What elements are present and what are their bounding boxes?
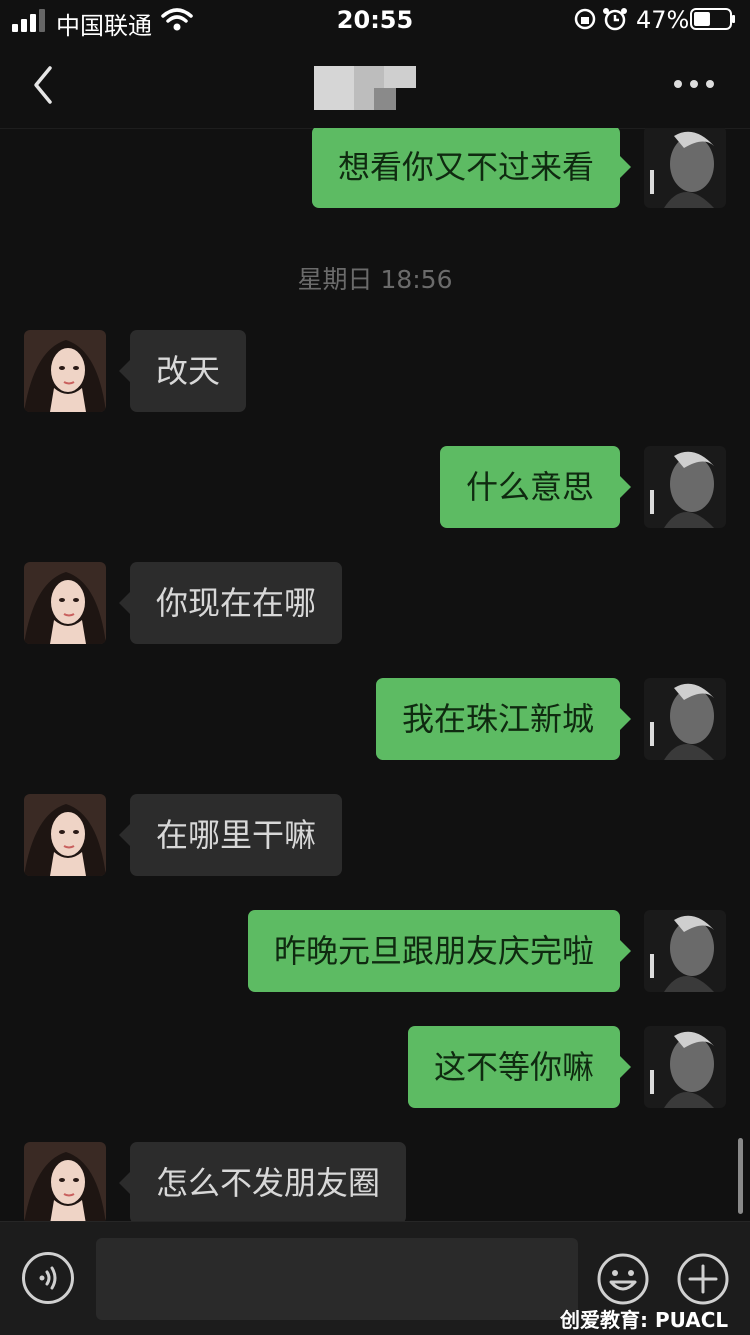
my-avatar[interactable] [644,446,726,528]
emoji-icon[interactable] [596,1252,650,1306]
message-row: 改天 [0,330,750,412]
message-bubble-sent[interactable]: 想看你又不过来看 [311,128,632,208]
message-row: 在哪里干嘛 [0,794,750,876]
chat-timestamp: 星期日 18:56 [297,265,453,294]
message-bubble-sent[interactable]: 昨晚元旦跟朋友庆完啦 [247,910,632,992]
contact-avatar[interactable] [24,794,106,876]
message-row: 这不等你嘛 [0,1026,750,1108]
my-avatar[interactable] [644,1026,726,1108]
voice-icon[interactable] [22,1252,74,1304]
message-bubble-received[interactable]: 在哪里干嘛 [118,794,343,876]
contact-avatar[interactable] [24,330,106,412]
message-bubble-sent[interactable]: 这不等你嘛 [407,1026,632,1108]
message-input[interactable] [96,1238,578,1320]
alarm-icon [603,8,627,31]
message-row: 什么意思 [0,446,750,528]
message-row: 你现在在哪 [0,562,750,644]
battery-percent: 47% [636,6,690,34]
message-row: 昨晚元旦跟朋友庆完啦 [0,910,750,992]
my-avatar[interactable] [644,678,726,760]
contact-name-blurred [314,66,416,110]
message-row: 怎么不发朋友圈 [0,1142,750,1221]
message-bubble-received[interactable]: 怎么不发朋友圈 [118,1142,407,1221]
chat-scrollbar[interactable] [738,1138,743,1214]
watermark-text: 创爱教育: PUACL [560,1308,729,1332]
message-row: 想看你又不过来看 [0,128,750,208]
ellipsis-icon[interactable] [674,80,716,90]
contact-avatar[interactable] [24,1142,106,1221]
chevron-left-icon[interactable] [28,62,58,108]
battery-icon [690,8,735,30]
message-row: 我在珠江新城 [0,678,750,760]
message-bubble-sent[interactable]: 我在珠江新城 [375,678,632,760]
chat-header [0,44,750,129]
status-bar: 中国联通 20:55 47% [0,0,750,44]
my-avatar[interactable] [644,910,726,992]
message-bubble-received[interactable]: 改天 [118,330,247,412]
plus-icon[interactable] [676,1252,730,1306]
message-bubble-sent[interactable]: 什么意思 [439,446,632,528]
chat-area[interactable]: 想看你又不过来看 星期日 18:56 改天 什么意思 你现在在哪 我在珠江新城 … [0,128,750,1221]
contact-avatar[interactable] [24,562,106,644]
rotation-lock-icon [574,8,596,30]
my-avatar[interactable] [644,128,726,208]
message-bubble-received[interactable]: 你现在在哪 [118,562,343,644]
